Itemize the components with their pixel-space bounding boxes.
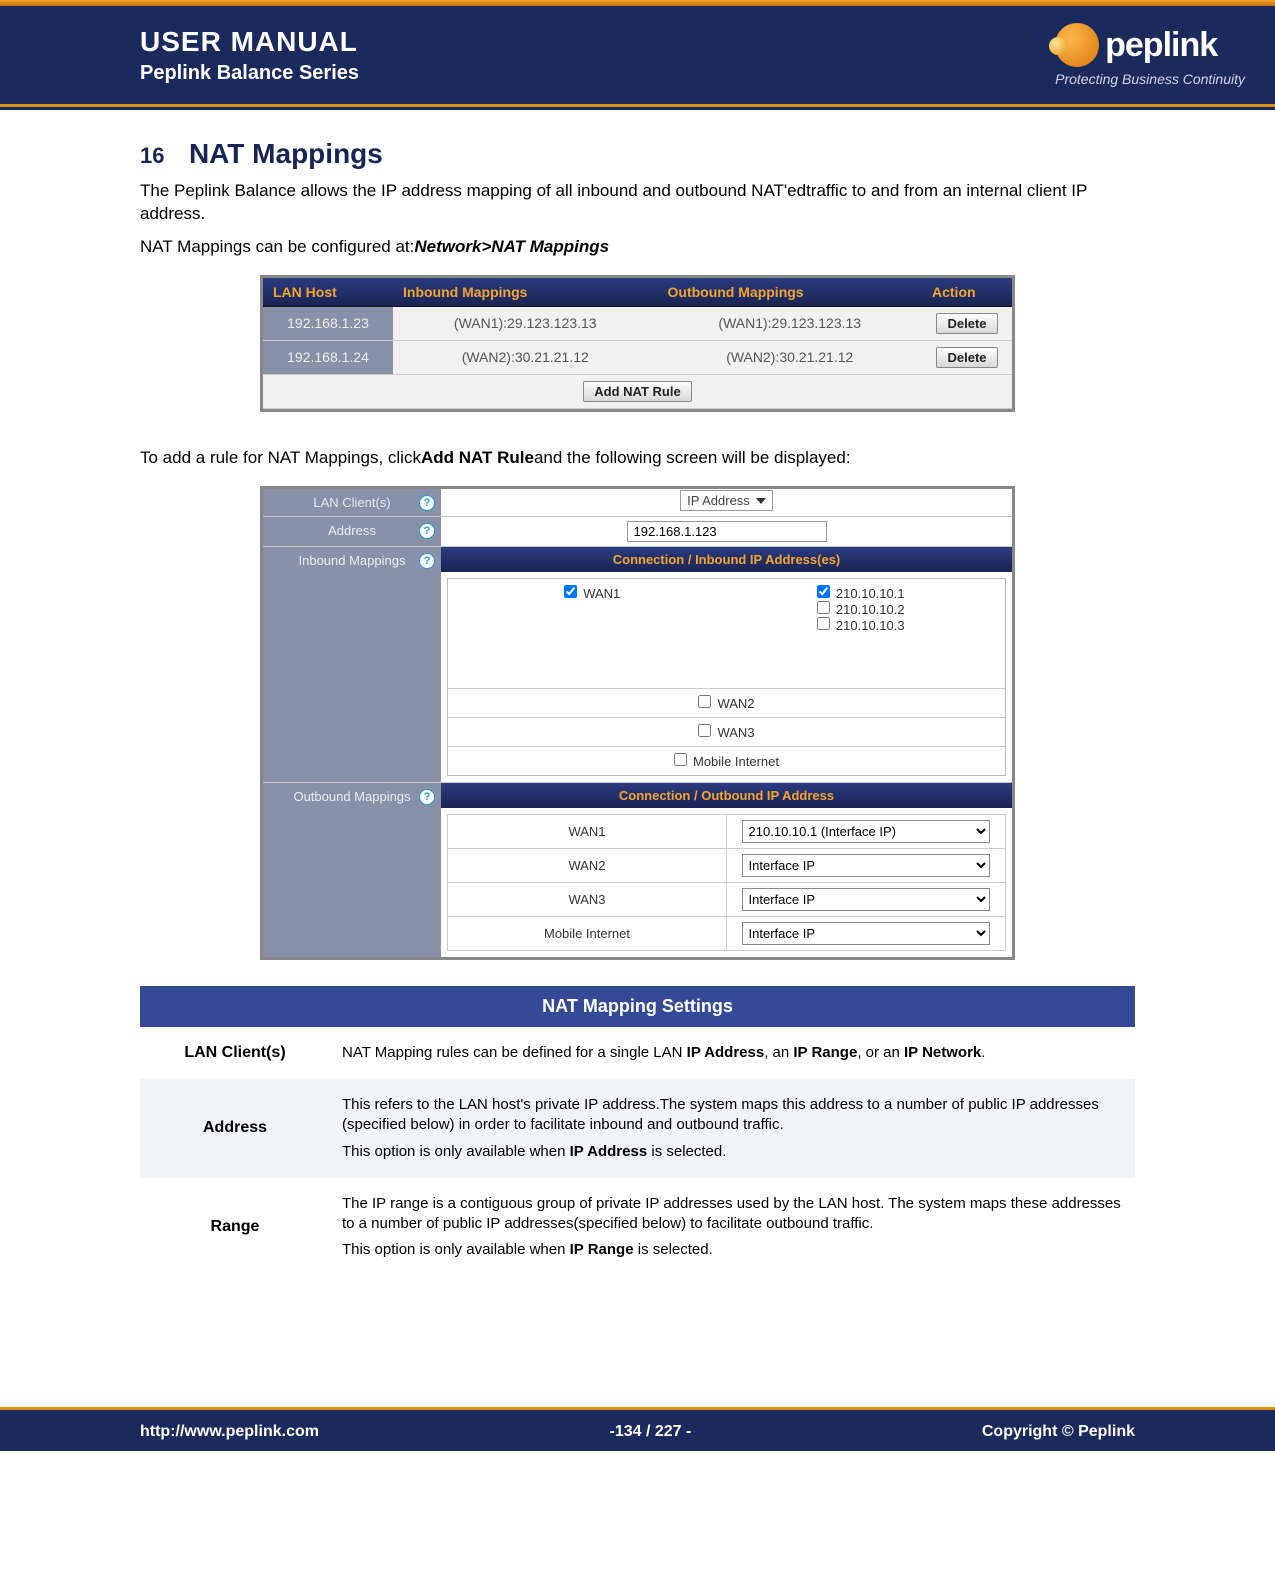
- inbound-mobile-row: Mobile Internet: [448, 747, 1005, 775]
- cell-out: (WAN2):30.21.21.12: [658, 340, 923, 374]
- cell-out: (WAN1):29.123.123.13: [658, 306, 923, 340]
- delete-button[interactable]: Delete: [936, 347, 997, 368]
- cell-in: (WAN1):29.123.123.13: [393, 306, 658, 340]
- footer-copyright: Copyright © Peplink: [982, 1423, 1135, 1441]
- value-outbound: Connection / Outbound IP Address WAN1210…: [441, 783, 1012, 957]
- brand-block: peplink Protecting Business Continuity: [1055, 23, 1245, 87]
- delete-button[interactable]: Delete: [936, 313, 997, 334]
- outbound-table: WAN1210.10.10.1 (Interface IP) WAN2Inter…: [447, 814, 1006, 951]
- value-address: [441, 517, 1012, 546]
- brand-logo: peplink: [1055, 23, 1245, 67]
- doc-subtitle: Peplink Balance Series: [140, 62, 359, 85]
- doc-title: USER MANUAL: [140, 26, 359, 58]
- intro-p1: The Peplink Balance allows the IP addres…: [140, 180, 1135, 226]
- wan2-checkbox[interactable]: [698, 695, 711, 708]
- section-number: 16: [140, 143, 164, 169]
- label-inbound: Inbound Mappings ?: [263, 547, 441, 782]
- add-row: Add NAT Rule: [263, 374, 1012, 408]
- nat-table: LAN Host Inbound Mappings Outbound Mappi…: [263, 278, 1012, 409]
- inbound-wan-list: WAN1 210.10.10.1 210.10.10.2 210.10.10.3…: [447, 578, 1006, 776]
- ip-checkbox[interactable]: [817, 585, 830, 598]
- outbound-subhead: Connection / Outbound IP Address: [441, 783, 1012, 808]
- help-icon[interactable]: ?: [419, 553, 435, 569]
- section-heading: 16 NAT Mappings: [140, 138, 1135, 170]
- footer: http://www.peplink.com -134 / 227 - Copy…: [0, 1413, 1275, 1451]
- cell-lan: 192.168.1.23: [263, 306, 393, 340]
- brand-tagline: Protecting Business Continuity: [1055, 71, 1245, 87]
- settings-row-range: Range The IP range is a contiguous group…: [140, 1178, 1135, 1277]
- cell-action: Delete: [922, 340, 1012, 374]
- out-wan1-row: WAN1210.10.10.1 (Interface IP): [448, 814, 1006, 848]
- out-wan2-row: WAN2Interface IP: [448, 848, 1006, 882]
- col-inbound: Inbound Mappings: [393, 278, 658, 307]
- value-inbound: Connection / Inbound IP Address(es) WAN1…: [441, 547, 1012, 782]
- cell-action: Delete: [922, 306, 1012, 340]
- row-inbound: Inbound Mappings ? Connection / Inbound …: [263, 547, 1012, 783]
- out-wan1-select[interactable]: 210.10.10.1 (Interface IP): [742, 820, 991, 843]
- out-wan3-select[interactable]: Interface IP: [742, 888, 991, 911]
- out-wan3-row: WAN3Interface IP: [448, 882, 1006, 916]
- mid-p1: To add a rule for NAT Mappings, clickAdd…: [140, 447, 1135, 470]
- out-mobile-row: Mobile InternetInterface IP: [448, 916, 1006, 950]
- wan1-checkbox[interactable]: [564, 585, 577, 598]
- label-lan-clients: LAN Client(s) ?: [263, 489, 441, 516]
- label-address: Address ?: [263, 517, 441, 546]
- address-input[interactable]: [627, 521, 827, 542]
- settings-row-lan-clients: LAN Client(s) NAT Mapping rules can be d…: [140, 1027, 1135, 1079]
- inbound-subhead: Connection / Inbound IP Address(es): [441, 547, 1012, 572]
- add-nat-rule-button[interactable]: Add NAT Rule: [583, 381, 691, 402]
- label-outbound: Outbound Mappings ?: [263, 783, 441, 957]
- out-mobile-select[interactable]: Interface IP: [742, 922, 991, 945]
- page-content: 16 NAT Mappings The Peplink Balance allo…: [0, 114, 1275, 1297]
- settings-row-address: Address This refers to the LAN host's pr…: [140, 1079, 1135, 1178]
- header-divider-blue: [0, 107, 1275, 110]
- help-icon[interactable]: ?: [419, 523, 435, 539]
- footer-page: -134 / 227 -: [319, 1423, 982, 1441]
- col-action: Action: [922, 278, 1012, 307]
- intro-p2: NAT Mappings can be configured at:Networ…: [140, 236, 1135, 259]
- settings-table: NAT Mapping Settings LAN Client(s) NAT M…: [140, 986, 1135, 1277]
- col-lan-host: LAN Host: [263, 278, 393, 307]
- col-outbound: Outbound Mappings: [658, 278, 923, 307]
- header: USER MANUAL Peplink Balance Series pepli…: [0, 6, 1275, 104]
- wan3-checkbox[interactable]: [698, 724, 711, 737]
- value-lan-clients: IP Address: [441, 489, 1012, 516]
- table-row: 192.168.1.23 (WAN1):29.123.123.13 (WAN1)…: [263, 306, 1012, 340]
- header-title-block: USER MANUAL Peplink Balance Series: [140, 26, 359, 85]
- ip-type-select[interactable]: IP Address: [680, 490, 773, 511]
- help-icon[interactable]: ?: [419, 495, 435, 511]
- section-title: NAT Mappings: [189, 138, 383, 170]
- cell-lan: 192.168.1.24: [263, 340, 393, 374]
- brand-dot-icon: [1055, 23, 1099, 67]
- help-icon[interactable]: ?: [419, 789, 435, 805]
- ip-checkbox[interactable]: [817, 601, 830, 614]
- table-row: 192.168.1.24 (WAN2):30.21.21.12 (WAN2):3…: [263, 340, 1012, 374]
- out-wan2-select[interactable]: Interface IP: [742, 854, 991, 877]
- cell-in: (WAN2):30.21.21.12: [393, 340, 658, 374]
- row-address: Address ?: [263, 517, 1012, 547]
- settings-title: NAT Mapping Settings: [140, 986, 1135, 1027]
- brand-name: peplink: [1105, 26, 1217, 65]
- footer-url: http://www.peplink.com: [140, 1423, 319, 1441]
- inbound-wan3-row: WAN3: [448, 718, 1005, 747]
- nat-table-screenshot: LAN Host Inbound Mappings Outbound Mappi…: [260, 275, 1015, 412]
- nat-form-screenshot: LAN Client(s) ? IP Address Address ? Inb…: [260, 486, 1015, 960]
- row-lan-clients: LAN Client(s) ? IP Address: [263, 489, 1012, 517]
- row-outbound: Outbound Mappings ? Connection / Outboun…: [263, 783, 1012, 957]
- inbound-wan1-row: WAN1 210.10.10.1 210.10.10.2 210.10.10.3: [448, 579, 1005, 689]
- chevron-down-icon: [756, 498, 766, 504]
- inbound-wan2-row: WAN2: [448, 689, 1005, 718]
- ip-checkbox[interactable]: [817, 617, 830, 630]
- mobile-checkbox[interactable]: [674, 753, 687, 766]
